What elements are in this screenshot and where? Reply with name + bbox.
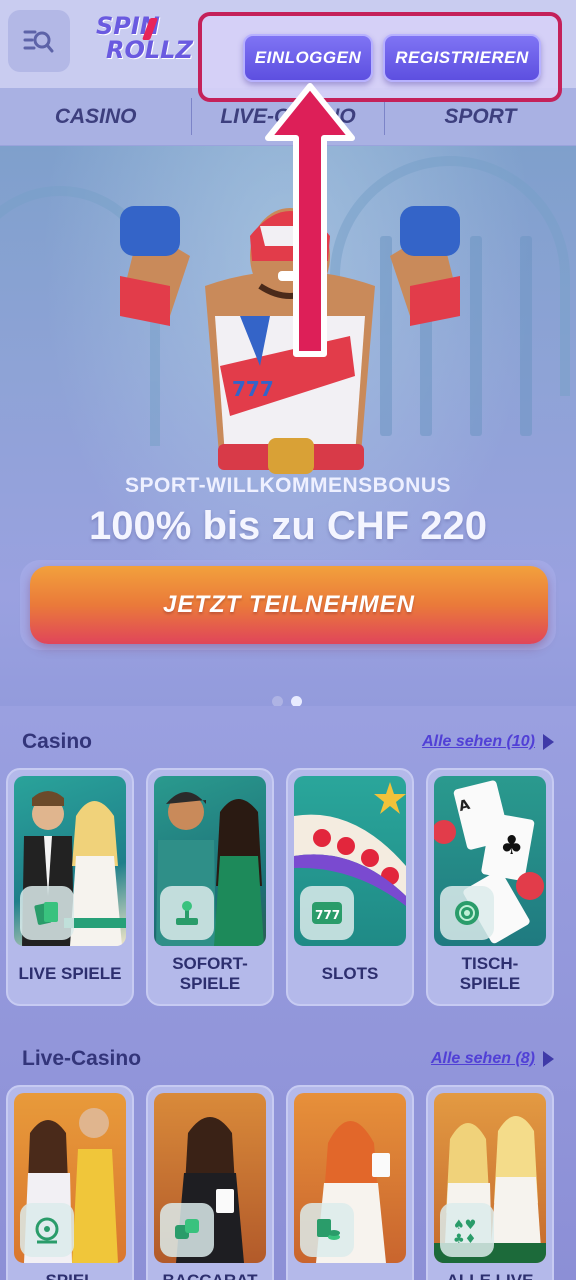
carousel-dot-2[interactable] [291, 696, 302, 706]
card-label: SPIEL [8, 1271, 132, 1280]
play-arrow-icon [543, 1051, 554, 1067]
live-casino-see-all-label: Alle sehen (8) [430, 1050, 535, 1067]
search-list-icon [23, 30, 54, 53]
login-button[interactable]: EINLOGGEN [243, 34, 373, 82]
background-column [520, 236, 532, 436]
card-category-icon-frame: 777 [300, 886, 354, 940]
card-label: BACCARAT [148, 1271, 272, 1280]
category-card-table-games[interactable]: A ♣ TISCH- SPIELE [426, 768, 554, 1006]
search-menu-button[interactable] [8, 10, 70, 72]
carousel-dots [272, 696, 302, 706]
svg-text:♣♦: ♣♦ [453, 1232, 476, 1245]
pointer-arrow-icon [265, 83, 355, 357]
svg-text:777: 777 [232, 377, 274, 401]
card-category-icon-frame: ♠♥ ♣♦ [440, 1203, 494, 1257]
card-label: TISCH- SPIELE [459, 954, 521, 993]
dice-icon [175, 1219, 199, 1239]
chip-icon [455, 901, 479, 925]
card-label: LIVE SPIELE [18, 964, 122, 983]
chips-stack-icon [317, 1219, 340, 1240]
live-casino-section-header: Live-Casino Alle sehen (8) [22, 1043, 554, 1075]
card-category-icon-frame [440, 886, 494, 940]
casino-see-all-label: Alle sehen (10) [422, 733, 535, 750]
live-casino-section-title: Live-Casino [22, 1047, 142, 1070]
card-label: SLOTS [321, 964, 379, 983]
live-card-all-live[interactable]: ♠♥ ♣♦ ALLE LIVE [426, 1085, 554, 1280]
svg-text:♣: ♣ [500, 831, 523, 861]
casino-cards: LIVE SPIELE SOFORT- SPIELE 777 SLOTS A ♣… [6, 768, 576, 1006]
card-label: SOFORT- SPIELE [172, 954, 248, 993]
joystick-icon [176, 901, 198, 925]
svg-text:777: 777 [315, 908, 340, 922]
card-category-icon-frame [160, 886, 214, 940]
cards-icon [34, 902, 58, 925]
card-category-icon-frame [160, 1203, 214, 1257]
join-now-button[interactable]: JETZT TEILNEHMEN [30, 566, 548, 644]
svg-text:♠♥: ♠♥ [453, 1218, 476, 1233]
casino-section-header: Casino Alle sehen (10) [22, 726, 554, 758]
live-card-poker[interactable] [286, 1085, 414, 1280]
card-suits-icon: ♠♥ ♣♦ [453, 1218, 476, 1245]
play-arrow-icon [543, 734, 554, 750]
logo-line2: ROLLZ [106, 36, 193, 64]
category-card-instant-games[interactable]: SOFORT- SPIELE [146, 768, 274, 1006]
logo-line1: SPIN [96, 12, 160, 40]
wheel-icon [35, 1217, 59, 1244]
card-category-icon-frame [20, 1203, 74, 1257]
casino-section-title: Casino [22, 730, 93, 753]
spinrollz-logo[interactable]: SPIN ROLLZ [94, 12, 193, 70]
hero-title: 100% bis zu CHF 220 [89, 504, 487, 548]
category-card-live-games[interactable]: LIVE SPIELE [6, 768, 134, 1006]
page: SPIN ROLLZ CASINO LIVE-CASINO SPORT [0, 0, 576, 1280]
live-card-game-shows[interactable]: SPIEL [6, 1085, 134, 1280]
hero-subtitle: SPORT-WILLKOMMENSBONUS [125, 474, 451, 497]
category-card-slots[interactable]: 777 SLOTS [286, 768, 414, 1006]
slot-777-icon: 777 [312, 902, 342, 924]
register-button[interactable]: REGISTRIEREN [383, 34, 541, 82]
card-label: ALLE LIVE [428, 1271, 552, 1280]
live-casino-cards: SPIEL BACCARAT [6, 1085, 576, 1280]
carousel-dot-1[interactable] [272, 696, 283, 706]
card-category-icon-frame [20, 886, 74, 940]
casino-see-all-link[interactable]: Alle sehen (10) [422, 733, 554, 751]
nav-item-casino[interactable]: CASINO [0, 88, 191, 145]
live-card-baccarat[interactable]: BACCARAT [146, 1085, 274, 1280]
card-category-icon-frame [300, 1203, 354, 1257]
live-casino-see-all-link[interactable]: Alle sehen (8) [431, 1050, 554, 1068]
